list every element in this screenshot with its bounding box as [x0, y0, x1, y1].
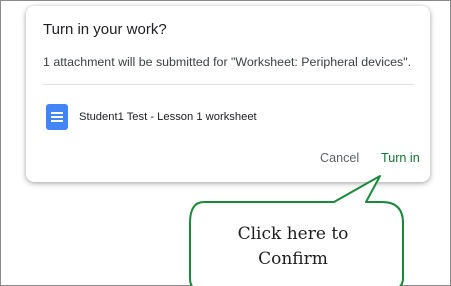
- callout-text: Click here to Confirm: [237, 224, 349, 269]
